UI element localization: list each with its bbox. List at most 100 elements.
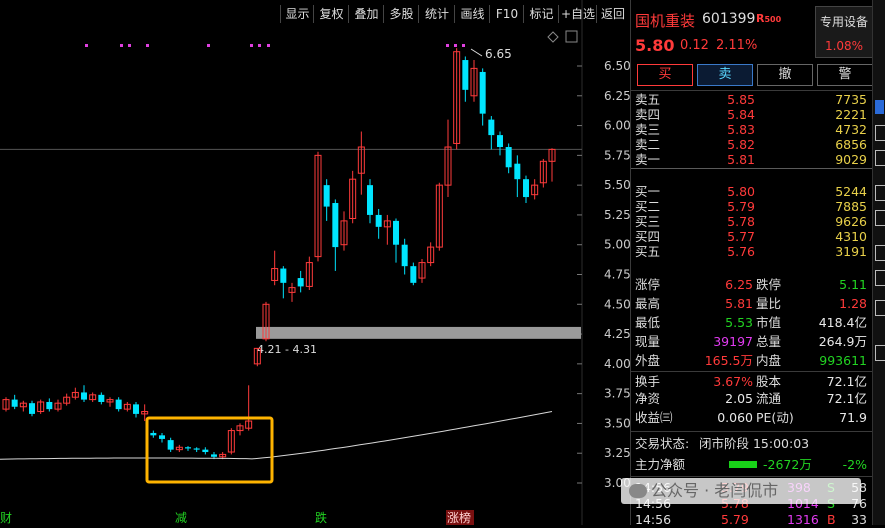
strip-icon[interactable] [875,125,885,141]
candle-body [185,447,191,449]
stat-value: 264.9万 [818,334,867,349]
asks-label: 卖三 [635,122,661,137]
bids-row[interactable]: 买三 5.78 9626 [635,214,869,230]
asks-volume: 9029 [835,152,867,167]
stat-value: 3.67% [713,374,753,389]
bids-row[interactable]: 买一 5.80 5244 [635,184,869,200]
stat-value: 2.05 [725,391,753,406]
strip-icon[interactable] [875,210,885,226]
side-toolbar-strip[interactable] [872,0,885,525]
event-marker [85,44,88,47]
stat-label: 涨停 [635,277,661,292]
stat-value: 0.060 [717,410,753,425]
asks-row[interactable]: 卖二 5.82 6856 [635,137,869,153]
stat-label: 收益㈢ [635,410,673,425]
strip-icon[interactable] [875,150,885,166]
kline-chart[interactable]: 6.50 6.25 6.00 5.75 5.50 5.25 5.00 4.75 4.50 4.25… [0,0,631,525]
toolbar-item-0[interactable]: 显示 [280,5,314,23]
tick-time: 14:56 [635,512,672,527]
diamond-icon [547,31,559,43]
candle-body [462,60,469,90]
asks-row[interactable]: 卖四 5.84 2221 [635,107,869,123]
event-marker [462,44,465,47]
y-tick-label: 5.25 [604,208,630,222]
strip-icon[interactable] [875,300,885,316]
bottom-label: 跌 [315,510,327,525]
tick-side: B [827,512,836,527]
y-tick-label: 6.00 [604,119,630,133]
toolbar-item-5[interactable]: 画线 [454,5,490,23]
quote-panel: 国机重装 601399 R500 5.80 0.12 2.11% 专用设备 1.… [621,0,873,527]
asks-price: 5.81 [727,152,755,167]
stat-label: 总量 [756,334,782,349]
stat-label: 量比 [756,296,782,311]
price-change: 0.12 [680,38,709,53]
stats-row: 最低 5.53 市值 418.4亿 [635,315,869,331]
toolbar-item-2[interactable]: 叠加 [348,5,384,23]
stat-value: 5.81 [725,296,753,311]
stats-row: 换手 3.67% 股本 72.1亿 [635,374,869,390]
toolbar-item-1[interactable]: 复权 [313,5,349,23]
cancel-button[interactable]: 撤 [757,64,813,86]
strip-icon[interactable] [875,245,885,261]
toolbar-item-9[interactable]: 返回 [596,5,629,23]
watermark: 公众号 · 老闫侃市 [621,478,861,504]
candle-body [202,449,209,453]
strip-icon[interactable] [875,270,885,286]
candle-body [393,220,399,245]
stat-value: 72.1亿 [826,391,867,406]
event-marker [207,44,210,47]
strip-icon[interactable] [875,345,885,361]
sell-button[interactable]: 卖 [697,64,753,86]
candle-body [159,435,165,439]
asks-row[interactable]: 卖三 5.83 4732 [635,122,869,138]
bids-price: 5.78 [727,214,755,229]
bids-label: 买一 [635,184,661,199]
candle-body [514,163,521,180]
bids-row[interactable]: 买四 5.77 4310 [635,229,869,245]
bids-row[interactable]: 买五 5.76 3191 [635,244,869,260]
toolbar-item-8[interactable]: +自选 [558,5,597,23]
toolbar-item-3[interactable]: 多股 [383,5,419,23]
candle-body [367,185,373,215]
event-marker [120,44,123,47]
candle-body [133,404,139,414]
y-tick-label: 5.00 [604,238,630,252]
divider [631,90,873,91]
kline-canvas[interactable]: 6.50 6.25 6.00 5.75 5.50 5.25 5.00 4.75 4.50 4.25… [0,0,631,525]
y-tick-label: 3.50 [604,416,630,430]
bids-volume: 5244 [835,184,867,199]
trade-status: 交易状态: 闭市阶段 15:00:03 [635,436,869,452]
y-tick-label: 3.25 [604,446,630,460]
divider [631,371,873,372]
main-flow-bar [729,461,757,468]
toolbar-item-6[interactable]: F10 [489,5,524,23]
sector-box[interactable]: 专用设备 1.08% [815,6,873,58]
main-flow-value: -2672万 [763,457,812,472]
wechat-icon [629,484,647,498]
bids-row[interactable]: 买二 5.79 7885 [635,199,869,215]
event-marker [446,44,449,47]
candle-body [150,432,157,436]
candle-body [375,214,382,227]
toolbar-item-7[interactable]: 标记 [523,5,559,23]
event-marker [258,44,261,47]
bids-price: 5.77 [727,229,755,244]
sector-pct: 1.08% [824,39,864,53]
asks-volume: 4732 [835,122,867,137]
asks-row[interactable]: 卖一 5.81 9029 [635,152,869,168]
bottom-label: 减 [175,511,187,525]
asks-row[interactable]: 卖五 5.85 7735 [635,92,869,108]
stats-row: 现量 39197 总量 264.9万 [635,334,869,350]
strip-icon[interactable] [875,185,885,201]
alert-button[interactable]: 警 [817,64,873,86]
strip-icon[interactable] [875,100,884,114]
buy-button[interactable]: 买 [637,64,693,86]
bids-volume: 4310 [835,229,867,244]
stock-tag: R500 [756,12,781,25]
bids-label: 买五 [635,244,661,259]
candle-body [211,454,217,457]
sector-name: 专用设备 [819,15,868,29]
toolbar-item-4[interactable]: 统计 [418,5,455,23]
main-flow-pct: -2% [842,457,867,472]
